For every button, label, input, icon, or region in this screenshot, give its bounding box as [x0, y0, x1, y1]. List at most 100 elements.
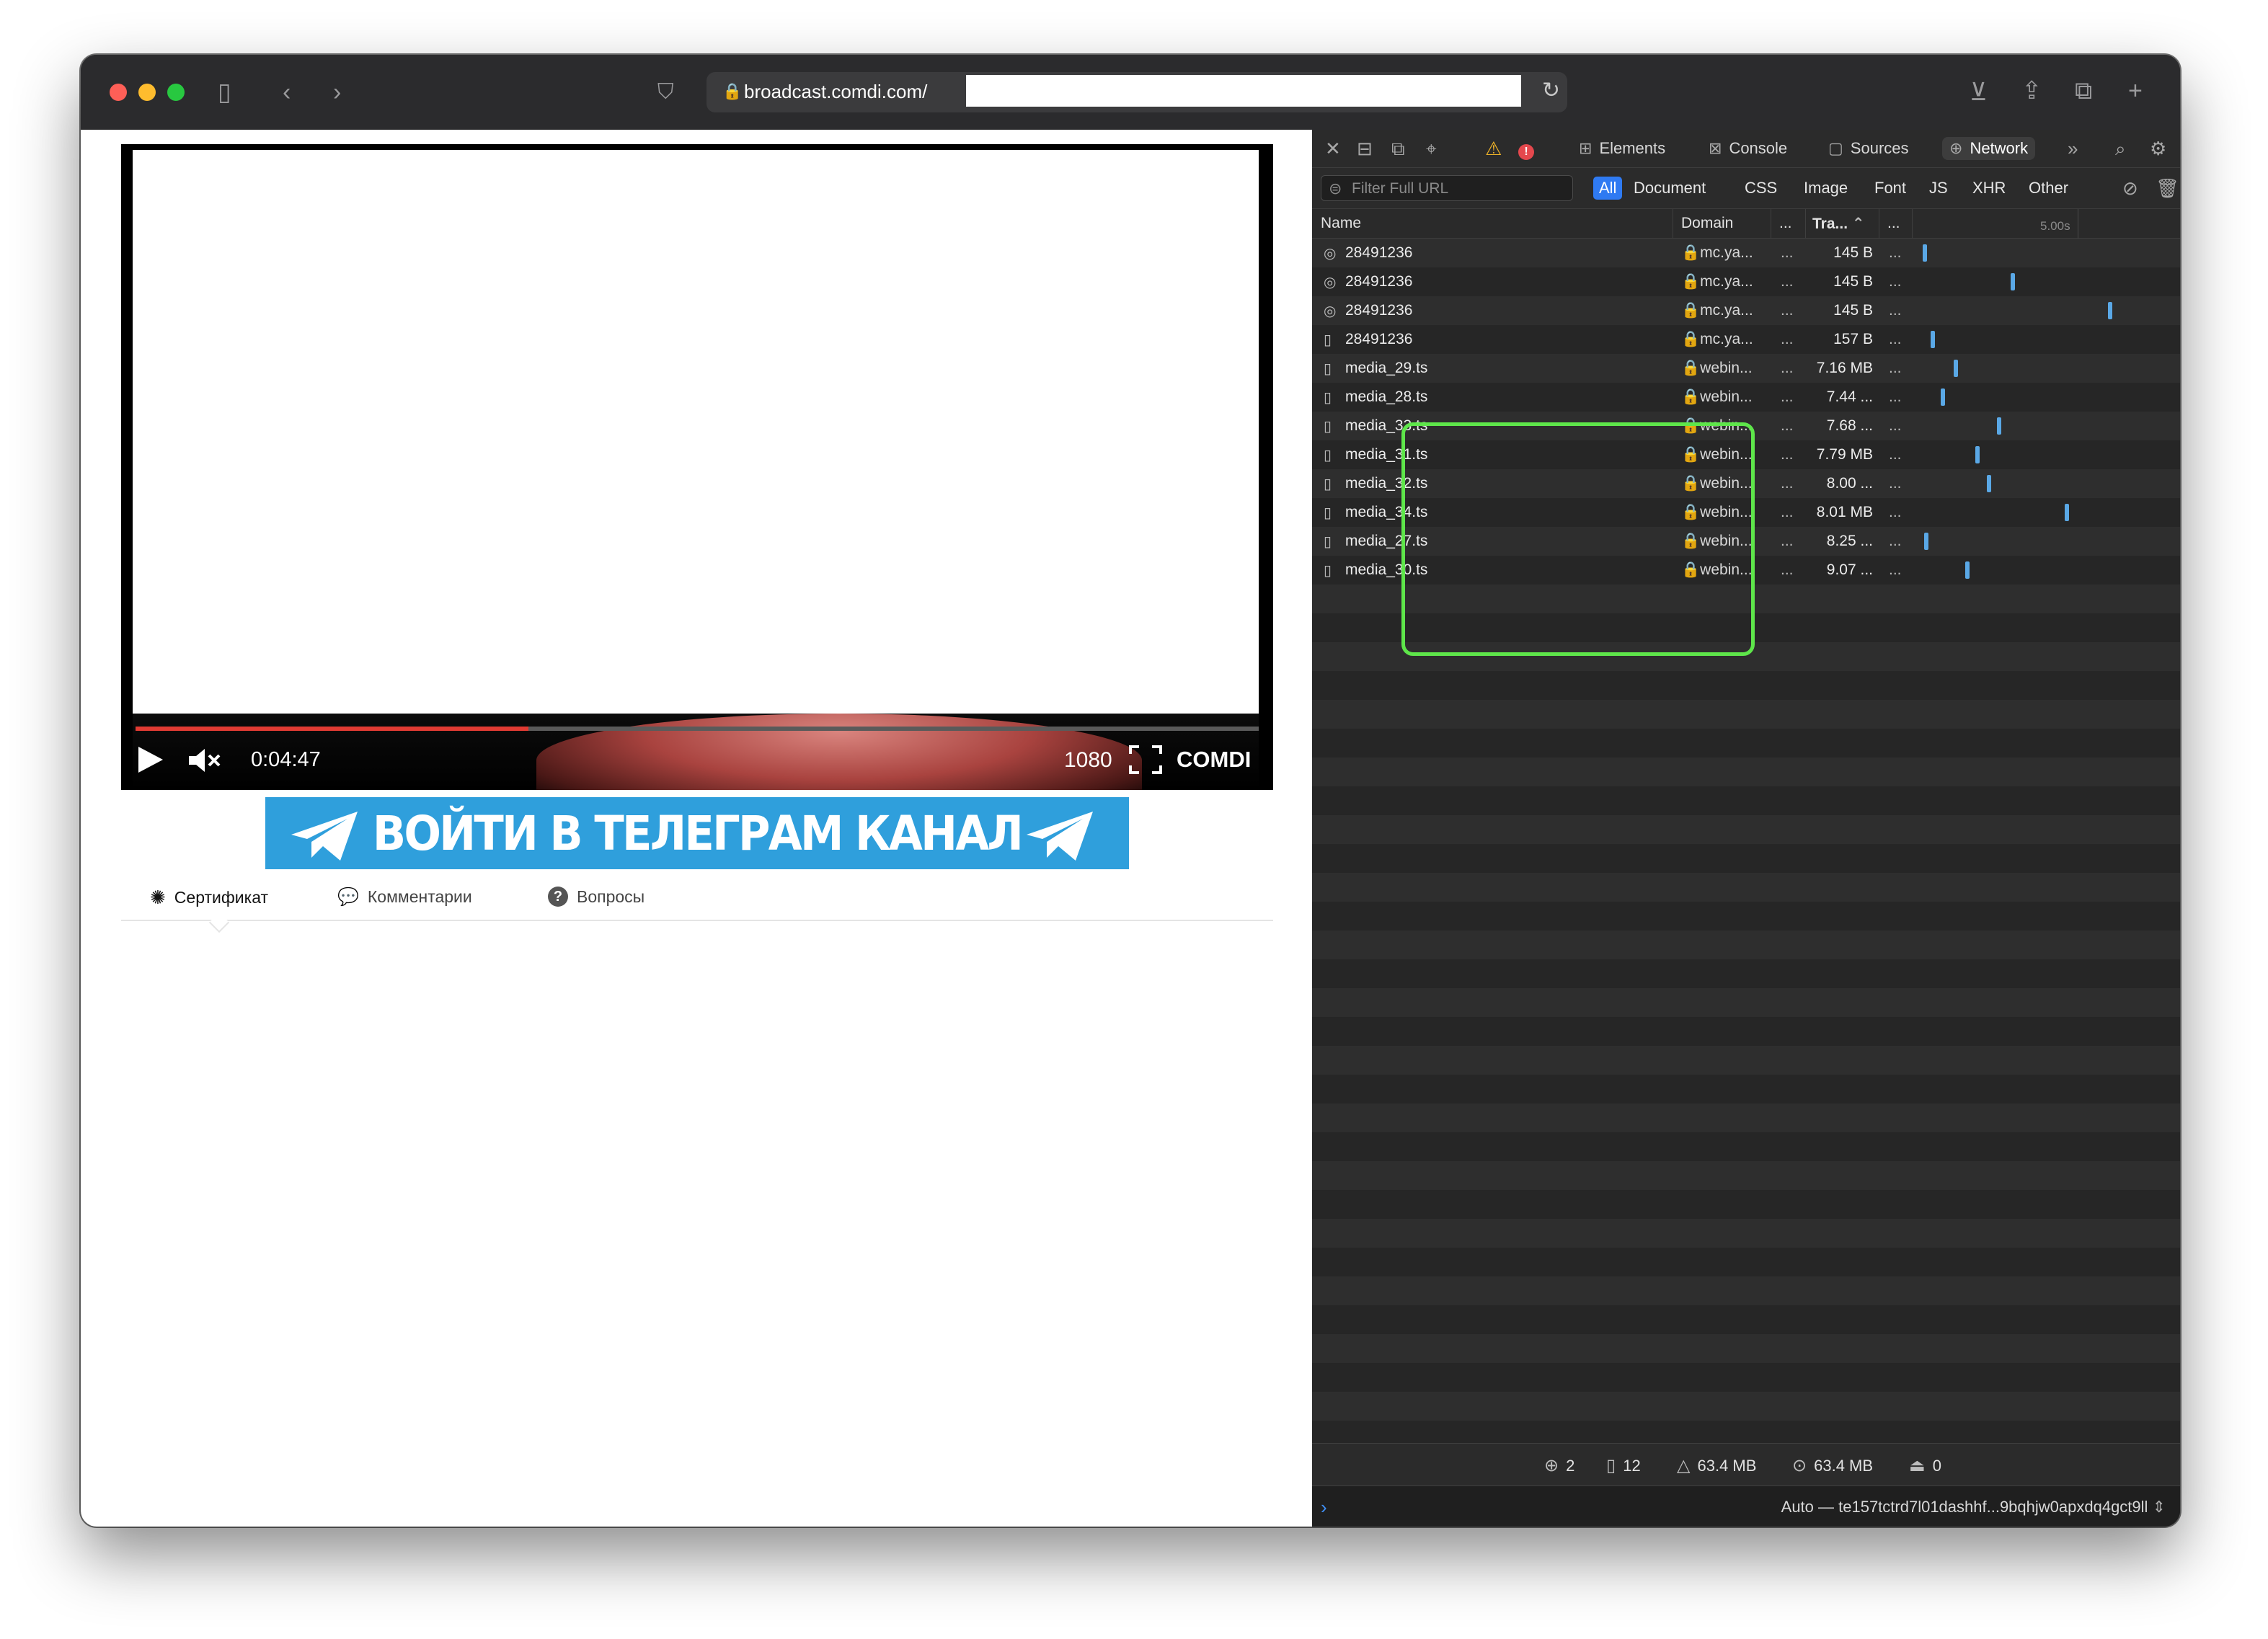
- table-row[interactable]: ◎ 28491236 🔒mc.ya...... 145 B...: [1312, 239, 2180, 267]
- filter-url-input[interactable]: ⊜ Filter Full URL: [1321, 175, 1573, 201]
- waterfall-bar[interactable]: [1965, 561, 1970, 579]
- tab-certificate-label: Сертификат: [174, 888, 269, 907]
- tab-certificate[interactable]: ✺ Сертификат: [150, 887, 268, 909]
- file-icon: ▯: [1324, 390, 1332, 406]
- element-picker-icon[interactable]: ⌖: [1426, 138, 1437, 159]
- web-inspector: ✕ ⊟ ⧉ ⌖ ⚠ ! ⊞ Elements ⊠ Console ▢ Sources …: [1312, 130, 2180, 1527]
- filter-url-placeholder: Filter Full URL: [1352, 180, 1449, 197]
- table-row[interactable]: ▯ media_29.ts 🔒webin...... 7.16 MB...: [1312, 354, 2180, 383]
- filter-font[interactable]: Font: [1869, 177, 1912, 200]
- filter-all[interactable]: All: [1593, 177, 1623, 200]
- tabs-icon[interactable]: ⧉: [2075, 76, 2092, 105]
- close-window-button[interactable]: [110, 84, 127, 101]
- waterfall-bar[interactable]: [1954, 360, 1958, 377]
- reload-icon[interactable]: ↻: [1542, 78, 1560, 103]
- filter-xhr[interactable]: XHR: [1967, 177, 2011, 200]
- file-icon: ▯: [1324, 505, 1332, 521]
- shield-icon[interactable]: ⛉: [657, 78, 674, 107]
- beacon-icon: ◎: [1324, 275, 1337, 290]
- warning-icon[interactable]: ⚠: [1485, 138, 1502, 159]
- empty-row: [1312, 988, 2180, 1017]
- summary-errors-value: 0: [1932, 1456, 1941, 1475]
- download-icon[interactable]: ⊻: [1970, 78, 1988, 107]
- tab-sources[interactable]: ▢ Sources: [1828, 137, 1909, 160]
- table-row[interactable]: ◎ 28491236 🔒mc.ya...... 145 B...: [1312, 296, 2180, 325]
- certificate-icon: ✺: [150, 887, 166, 908]
- sidebar-icon[interactable]: ▯: [218, 78, 231, 107]
- waterfall-bar[interactable]: [2108, 302, 2112, 319]
- waterfall-bar[interactable]: [1931, 331, 1935, 348]
- video-player[interactable]: 0:04:47 1080 COMDI: [121, 144, 1273, 790]
- column-hidden-1[interactable]: ...: [1779, 215, 1792, 232]
- tab-console[interactable]: ⊠ Console: [1709, 137, 1787, 160]
- tab-network[interactable]: ⊕ Network: [1942, 137, 2036, 160]
- column-domain[interactable]: Domain: [1681, 215, 1733, 232]
- execution-context-selector[interactable]: Auto — te157tctrd7l01dashhf...9bqhjw0apx…: [1781, 1498, 2166, 1516]
- error-icon[interactable]: !: [1518, 138, 1534, 160]
- empty-row: [1312, 1103, 2180, 1132]
- play-button[interactable]: [136, 745, 164, 778]
- quality-selector[interactable]: 1080: [1064, 748, 1112, 773]
- mute-button[interactable]: [187, 747, 222, 778]
- filter-js[interactable]: JS: [1923, 177, 1954, 200]
- fullscreen-button[interactable]: [1129, 745, 1162, 778]
- tab-questions[interactable]: ? Вопросы: [548, 887, 644, 907]
- new-tab-icon[interactable]: +: [2128, 76, 2143, 105]
- filter-css[interactable]: CSS: [1739, 177, 1783, 200]
- request-transferred: 7.16 MB: [1816, 360, 1873, 376]
- network-filter-bar: ⊜ Filter Full URL All Document CSS Image…: [1312, 168, 2180, 209]
- request-transferred: 157 B: [1833, 331, 1873, 347]
- waterfall-bar[interactable]: [2011, 273, 2015, 290]
- address-bar[interactable]: 🔒 broadcast.comdi.com/ ↻: [706, 72, 1567, 112]
- detach-icon[interactable]: ⧉: [1391, 138, 1405, 159]
- more-tabs-icon[interactable]: »: [2068, 138, 2078, 159]
- console-input-bar[interactable]: › Auto — te157tctrd7l01dashhf...9bqhjw0a…: [1312, 1485, 2180, 1527]
- media-segments-highlight: [1401, 422, 1755, 656]
- network-table-header: Name Domain ... Tra... ⌃ ... 5.00s: [1312, 209, 2180, 239]
- share-icon[interactable]: ⇪: [2021, 76, 2042, 105]
- table-row[interactable]: ◎ 28491236 🔒mc.ya...... 145 B...: [1312, 267, 2180, 296]
- table-row[interactable]: ▯ 28491236 🔒mc.ya...... 157 B...: [1312, 325, 2180, 354]
- waterfall-bar[interactable]: [1975, 446, 1980, 463]
- request-domain-text: mc.ya...: [1700, 331, 1753, 347]
- waterfall-bar[interactable]: [1941, 388, 1945, 406]
- column-hidden-2[interactable]: ...: [1887, 215, 1900, 232]
- telegram-banner[interactable]: ВОЙТИ В ТЕЛЕГРАМ КАНАЛ: [265, 797, 1129, 869]
- column-transferred[interactable]: Tra... ⌃: [1812, 215, 1864, 233]
- request-transferred: 7.68 ...: [1826, 417, 1873, 434]
- waterfall-bar[interactable]: [1924, 533, 1928, 550]
- table-row[interactable]: ▯ media_28.ts 🔒webin...... 7.44 ......: [1312, 383, 2180, 412]
- waterfall-bar[interactable]: [1923, 244, 1927, 262]
- video-frame[interactable]: [133, 150, 1259, 714]
- filter-document[interactable]: Document: [1628, 177, 1711, 200]
- waterfall-bar[interactable]: [1997, 417, 2001, 435]
- settings-icon[interactable]: ⚙: [2150, 138, 2166, 159]
- close-inspector-icon[interactable]: ✕: [1325, 138, 1341, 159]
- zoom-window-button[interactable]: [167, 84, 185, 101]
- filter-image[interactable]: Image: [1798, 177, 1853, 200]
- request-hidden-col: ...: [1781, 504, 1794, 520]
- back-icon[interactable]: ‹: [283, 78, 291, 107]
- forward-icon[interactable]: ›: [333, 78, 341, 107]
- search-icon[interactable]: ⌕: [2115, 138, 2126, 159]
- clear-log-icon[interactable]: 🗑: [2156, 178, 2179, 198]
- filter-other[interactable]: Other: [2023, 177, 2074, 200]
- empty-row: [1312, 671, 2180, 700]
- empty-row: [1312, 959, 2180, 988]
- tab-comments[interactable]: 💬 Комментарии: [337, 887, 472, 907]
- request-name: 28491236: [1345, 302, 1413, 319]
- execution-context-label: Auto — te157tctrd7l01dashhf...9bqhjw0apx…: [1781, 1498, 2148, 1516]
- file-icon: ▯: [1324, 332, 1332, 348]
- waterfall-bar[interactable]: [1987, 475, 1991, 492]
- empty-row: [1312, 1075, 2180, 1103]
- minimize-window-button[interactable]: [138, 84, 156, 101]
- tab-elements[interactable]: ⊞ Elements: [1579, 137, 1665, 160]
- speaker-muted-icon: [189, 749, 221, 772]
- column-name[interactable]: Name: [1321, 215, 1361, 232]
- disable-cache-icon[interactable]: ⊘: [2122, 178, 2138, 198]
- dock-bottom-icon[interactable]: ⊟: [1357, 138, 1373, 159]
- comdi-logo[interactable]: COMDI: [1177, 747, 1251, 773]
- seek-bar[interactable]: [136, 727, 1259, 731]
- waterfall-bar[interactable]: [2065, 504, 2069, 521]
- request-hidden-col: ...: [1781, 475, 1794, 492]
